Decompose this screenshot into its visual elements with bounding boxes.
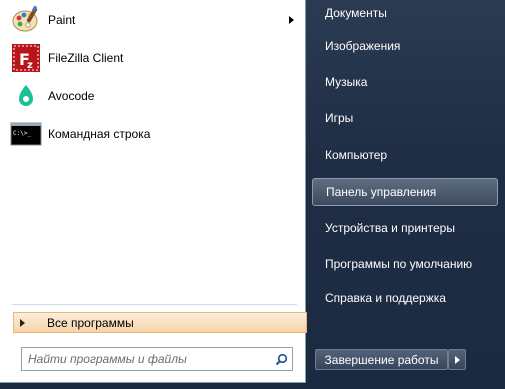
right-item-label: Программы по умолчанию [325,257,473,271]
svg-text:C:\>_: C:\>_ [13,130,31,137]
all-programs-button[interactable]: Все программы [13,312,307,333]
program-item-paint[interactable]: Paint [10,2,300,38]
submenu-arrow-icon [289,16,294,24]
right-item-default-programs[interactable]: Программы по умолчанию [312,250,498,278]
all-programs-label: Все программы [47,315,134,330]
search-box[interactable] [21,347,293,371]
right-item-label: Музыка [325,75,368,89]
program-item-cmd[interactable]: C:\>_ Командная строка [10,116,300,152]
program-label: FileZilla Client [48,51,124,65]
right-item-label: Игры [325,111,354,125]
separator [12,304,297,305]
filezilla-icon: F z [10,42,42,74]
right-item-games[interactable]: Игры [312,104,498,132]
right-item-label: Компьютер [325,148,388,162]
expand-arrow-icon [20,318,25,327]
right-item-label: Изображения [325,39,401,53]
right-item-devices-printers[interactable]: Устройства и принтеры [312,214,498,242]
right-item-music[interactable]: Музыка [312,68,498,96]
shutdown-options-button[interactable] [448,349,466,370]
right-item-label: Панель управления [326,185,437,199]
right-item-computer[interactable]: Компьютер [312,141,498,169]
right-item-label: Устройства и принтеры [325,221,455,235]
program-label: Командная строка [48,127,151,141]
start-menu: Paint F z FileZilla Client Avocode C:\>_… [0,0,505,389]
command-prompt-icon: C:\>_ [10,118,42,150]
search-icon[interactable] [270,348,292,370]
right-item-pictures[interactable]: Изображения [312,32,498,60]
program-label: Avocode [48,89,95,103]
programs-panel: Paint F z FileZilla Client Avocode C:\>_… [0,0,307,383]
paint-palette-icon [10,4,42,36]
avocode-icon [10,80,42,112]
svg-text:z: z [27,60,33,71]
shutdown-button[interactable]: Завершение работы [315,349,448,370]
program-label: Paint [48,13,76,27]
right-item-help-support[interactable]: Справка и поддержка [312,284,498,312]
right-item-label: Справка и поддержка [325,291,446,305]
right-item-documents[interactable]: Документы [312,0,498,27]
chevron-right-icon [454,355,460,364]
program-item-filezilla[interactable]: F z FileZilla Client [10,40,300,76]
shutdown-label: Завершение работы [324,352,439,367]
right-item-control-panel[interactable]: Панель управления [312,178,498,206]
right-item-label: Документы [325,6,387,20]
program-item-avocode[interactable]: Avocode [10,78,300,114]
search-input[interactable] [22,351,270,367]
